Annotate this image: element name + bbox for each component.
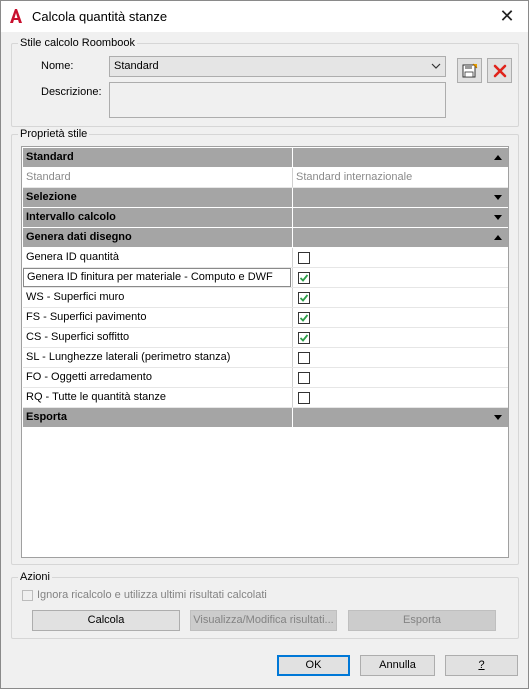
ignore-recalc-checkbox[interactable] — [22, 590, 33, 601]
property-row-cs[interactable]: CS - Superfici soffitto — [23, 328, 508, 348]
property-row-genera-id[interactable]: Genera ID quantità — [23, 248, 508, 268]
category-label: Esporta — [26, 411, 67, 423]
property-row-fs[interactable]: FS - Superfici pavimento — [23, 308, 508, 328]
help-button[interactable]: ? — [445, 655, 518, 676]
checkmark-icon — [299, 274, 309, 282]
category-row-standard[interactable]: Standard — [23, 148, 508, 168]
save-style-button[interactable] — [457, 58, 482, 83]
chevron-down-icon — [431, 63, 441, 69]
checkbox[interactable] — [298, 272, 310, 284]
properties-group-legend: Proprietà stile — [18, 127, 90, 141]
checkbox[interactable] — [298, 332, 310, 344]
expand-arrow-icon[interactable] — [494, 415, 502, 420]
property-label: Standard — [26, 171, 71, 183]
style-name-value: Standard — [114, 60, 159, 72]
checkmark-icon — [299, 334, 309, 342]
property-row-sl[interactable]: SL - Lunghezze laterali (perimetro stanz… — [23, 348, 508, 368]
checkbox[interactable] — [298, 392, 310, 404]
category-label: Intervallo calcolo — [26, 211, 116, 223]
style-group-legend: Stile calcolo Roombook — [18, 36, 137, 50]
property-label: FS - Superfici pavimento — [26, 311, 147, 323]
property-label: CS - Superfici soffitto — [26, 331, 130, 343]
actions-group-legend: Azioni — [18, 570, 52, 584]
property-label: Genera ID quantità — [26, 251, 119, 263]
autocad-a-icon — [10, 9, 22, 23]
category-label: Genera dati disegno — [26, 231, 132, 243]
save-style-icon — [462, 63, 478, 78]
ok-button[interactable]: OK — [277, 655, 350, 676]
checkbox[interactable] — [298, 292, 310, 304]
style-name-dropdown[interactable]: Standard — [109, 56, 446, 77]
property-row-standard[interactable]: Standard Standard internazionale — [23, 168, 508, 188]
title-bar: Calcola quantità stanze ✕ — [1, 1, 528, 32]
property-grid[interactable]: Standard Standard Standard internazional… — [21, 146, 509, 558]
cancel-button[interactable]: Annulla — [360, 655, 435, 676]
category-label: Standard — [26, 151, 74, 163]
description-label: Descrizione: — [41, 86, 102, 98]
name-label: Nome: — [41, 60, 74, 72]
category-row-esporta[interactable]: Esporta — [23, 408, 508, 428]
expand-arrow-icon[interactable] — [494, 195, 502, 200]
dialog-window: Calcola quantità stanze ✕ Stile calcolo … — [0, 0, 529, 689]
property-label: SL - Lunghezze laterali (perimetro stanz… — [26, 351, 231, 363]
view-edit-results-button[interactable]: Visualizza/Modifica risultati... — [190, 610, 337, 631]
property-row-rq[interactable]: RQ - Tutte le quantità stanze — [23, 388, 508, 408]
checkbox[interactable] — [298, 312, 310, 324]
property-row-ws[interactable]: WS - Superfici muro — [23, 288, 508, 308]
ignore-recalc-label: Ignora ricalcolo e utilizza ultimi risul… — [37, 589, 267, 601]
description-field[interactable] — [109, 82, 446, 118]
checkbox[interactable] — [298, 372, 310, 384]
category-row-selezione[interactable]: Selezione — [23, 188, 508, 208]
property-label: WS - Superfici muro — [26, 291, 125, 303]
property-row-fo[interactable]: FO - Oggetti arredamento — [23, 368, 508, 388]
close-icon[interactable]: ✕ — [492, 3, 522, 29]
property-label: RQ - Tutte le quantità stanze — [26, 391, 167, 403]
property-label: Genera ID finitura per materiale - Compu… — [23, 268, 291, 287]
property-value: Standard internazionale — [292, 168, 508, 187]
delete-style-icon — [493, 64, 507, 78]
export-button[interactable]: Esporta — [348, 610, 496, 631]
window-title: Calcola quantità stanze — [32, 9, 168, 24]
checkmark-icon — [299, 314, 309, 322]
checkbox[interactable] — [298, 252, 310, 264]
delete-style-button[interactable] — [487, 58, 512, 83]
category-row-genera-dati[interactable]: Genera dati disegno — [23, 228, 508, 248]
collapse-arrow-icon[interactable] — [494, 235, 502, 240]
checkbox[interactable] — [298, 352, 310, 364]
expand-arrow-icon[interactable] — [494, 215, 502, 220]
property-row-genera-finitura[interactable]: Genera ID finitura per materiale - Compu… — [23, 268, 508, 288]
collapse-arrow-icon[interactable] — [494, 155, 502, 160]
category-label: Selezione — [26, 191, 77, 203]
calcola-button[interactable]: Calcola — [32, 610, 180, 631]
category-row-intervallo[interactable]: Intervallo calcolo — [23, 208, 508, 228]
checkmark-icon — [299, 294, 309, 302]
property-label: FO - Oggetti arredamento — [26, 371, 152, 383]
